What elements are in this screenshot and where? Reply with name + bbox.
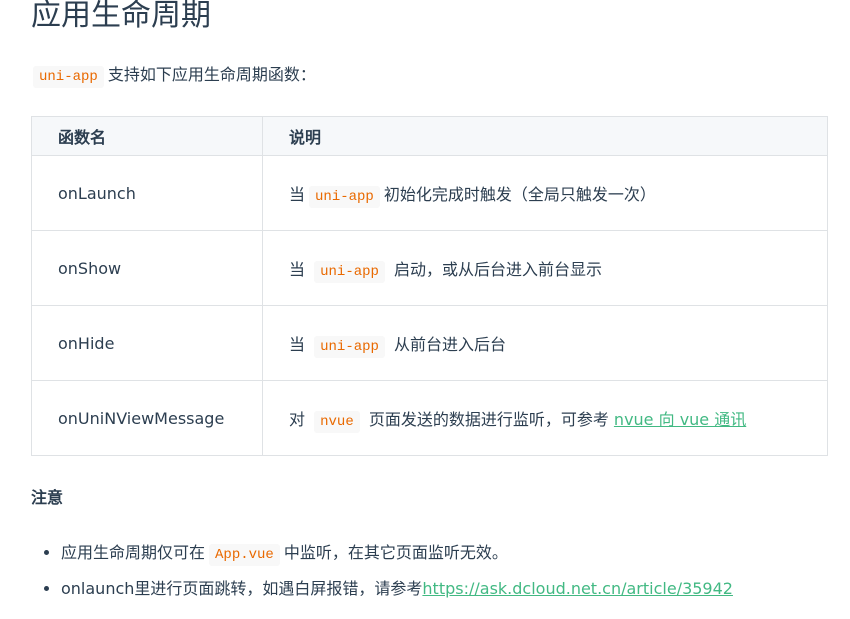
article-link[interactable]: https://ask.dcloud.net.cn/article/35942	[422, 579, 733, 598]
lifecycle-table: 函数名 说明 onLaunch 当 uni-app 初始化完成时触发（全局只触发一次…	[31, 116, 828, 456]
description: 当 uni-app 从前台进入后台	[262, 305, 828, 381]
table-row: onHide 当 uni-app 从前台进入后台	[31, 305, 828, 381]
page-title: 应用生命周期	[31, 0, 211, 33]
function-name: onUniNViewMessage	[31, 380, 263, 456]
table-header-row: 函数名 说明	[31, 116, 828, 156]
intro-paragraph: uni-app 支持如下应用生命周期函数：	[33, 62, 316, 90]
note-list: 应用生命周期仅可在App.vue中监听，在其它页面监听无效。 onlaunch里…	[21, 536, 733, 605]
list-item: 应用生命周期仅可在App.vue中监听，在其它页面监听无效。	[61, 536, 733, 572]
function-name: onLaunch	[31, 155, 263, 231]
header-function-name: 函数名	[31, 116, 263, 156]
list-item: onlaunch里进行页面跳转，如遇白屏报错，请参考https://ask.dc…	[61, 572, 733, 605]
inline-code: nvue	[314, 411, 360, 433]
description: 当 uni-app 初始化完成时触发（全局只触发一次）	[262, 155, 828, 231]
note-heading: 注意	[31, 488, 64, 507]
inline-code: uni-app	[314, 336, 385, 358]
intro-text: 支持如下应用生命周期函数：	[107, 65, 316, 84]
inline-code: App.vue	[209, 544, 280, 566]
inline-code: uni-app	[309, 186, 380, 208]
nvue-vue-communication-link[interactable]: nvue 向 vue 通讯	[614, 410, 746, 429]
header-description: 说明	[262, 116, 828, 156]
function-name: onHide	[31, 305, 263, 381]
description: 当 uni-app 启动，或从后台进入前台显示	[262, 230, 828, 306]
table-row: onLaunch 当 uni-app 初始化完成时触发（全局只触发一次）	[31, 155, 828, 231]
inline-code: uni-app	[314, 261, 385, 283]
table-row: onUniNViewMessage 对 nvue 页面发送的数据进行监听，可参考…	[31, 380, 828, 456]
table-row: onShow 当 uni-app 启动，或从后台进入前台显示	[31, 230, 828, 306]
inline-code: uni-app	[33, 66, 104, 88]
description: 对 nvue 页面发送的数据进行监听，可参考 nvue 向 vue 通讯	[262, 380, 828, 456]
function-name: onShow	[31, 230, 263, 306]
